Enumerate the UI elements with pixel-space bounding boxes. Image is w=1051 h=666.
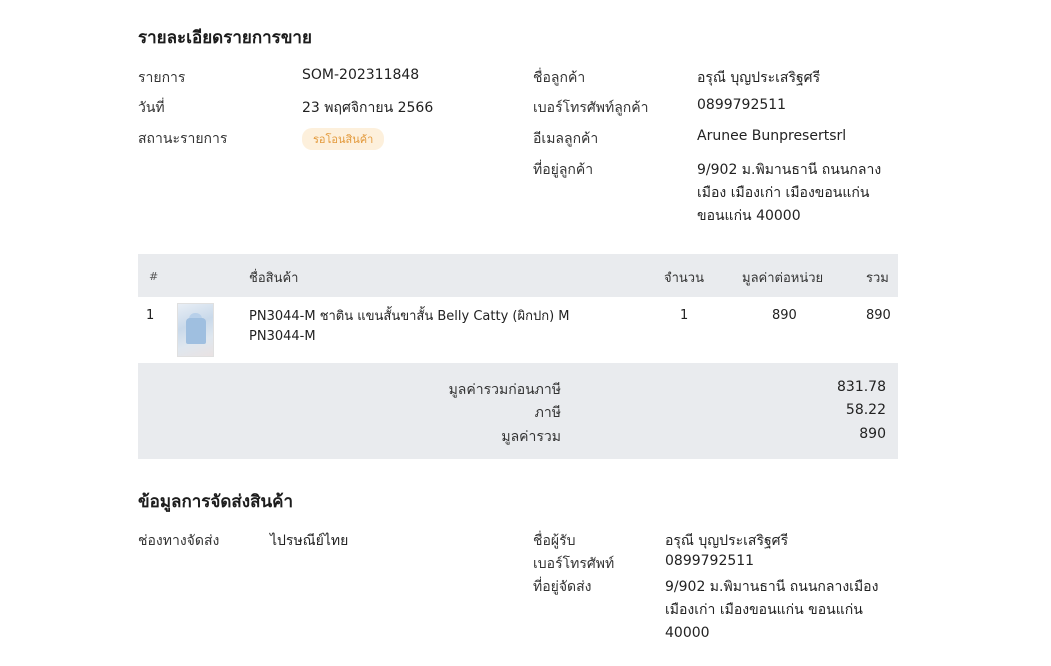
product-name-line: PN3044-M [249,329,316,344]
subtotal-value: 831.78 [837,379,886,395]
customer-name-value: อรุณี บุญประเสริฐศรี [697,70,821,86]
subtotal-label: มูลค่ารวมก่อนภาษี [448,382,561,398]
grand-total-value: 890 [859,426,886,442]
grand-total-label: มูลค่ารวม [501,429,561,445]
address-line: ขอนแก่น 40000 [697,208,801,224]
row-unit-price: 890 [772,308,797,323]
product-name: PN3044-M ชาติน แขนสั้นขาสั้น Belly Catty… [249,307,570,347]
address-line: 9/902 ม.พิมานธานี ถนนกลาง [697,162,882,178]
order-date-value: 23 พฤศจิกายน 2566 [302,100,434,116]
shipping-address-label: ที่อยู่จัดส่ง [533,579,592,595]
order-id-label: รายการ [138,70,186,86]
row-total: 890 [866,308,891,323]
product-name-line: PN3044-M ชาติน แขนสั้นขาสั้น Belly Catty… [249,309,570,324]
customer-phone-value: 0899792511 [697,97,787,113]
customer-email-label: อีเมลลูกค้า [533,131,599,147]
customer-address-label: ที่อยู่ลูกค้า [533,162,594,178]
address-line: 9/902 ม.พิมานธานี ถนนกลางเมือง [665,579,879,595]
address-line: เมือง เมืองเก่า เมืองขอนแก่น [697,185,870,201]
customer-email-value: Arunee Bunpresertsrl [697,128,847,144]
receiver-phone-label: เบอร์โทรศัพท์ [533,556,615,572]
address-line: เมืองเก่า เมืองขอนแก่น ขอนแก่น [665,602,863,618]
receiver-phone-value: 0899792511 [665,553,755,569]
status-badge: รอโอนสินค้า [302,128,385,150]
shipping-channel-label: ช่องทางจัดส่ง [138,533,220,549]
order-details-title: รายละเอียดรายการขาย [138,28,312,48]
customer-name-label: ชื่อลูกค้า [533,70,586,86]
receiver-name-value: อรุณี บุญประเสริฐศรี [665,533,789,549]
row-number: 1 [146,308,155,323]
column-header-product-name: ชื่อสินค้า [249,271,299,286]
product-photo-icon [186,318,206,344]
product-thumbnail[interactable] [177,303,214,357]
shipping-title: ข้อมูลการจัดส่งสินค้า [138,492,294,512]
tax-value: 58.22 [845,402,886,418]
shipping-channel-value: ไปรษณีย์ไทย [270,533,349,549]
column-header-unit-price: มูลค่าต่อหน่วย [742,271,824,286]
address-line: 40000 [665,625,710,641]
column-header-total: รวม [866,271,889,286]
customer-address-value: 9/902 ม.พิมานธานี ถนนกลาง เมือง เมืองเก่… [697,159,881,228]
receiver-name-label: ชื่อผู้รับ [533,533,576,549]
order-date-label: วันที่ [138,100,165,116]
row-quantity: 1 [680,308,689,323]
tax-label: ภาษี [534,405,561,421]
order-status-label: สถานะรายการ [138,131,228,147]
column-header-number: # [149,270,159,283]
customer-phone-label: เบอร์โทรศัพท์ลูกค้า [533,100,649,116]
column-header-quantity: จำนวน [664,271,704,286]
shipping-address-value: 9/902 ม.พิมานธานี ถนนกลางเมือง เมืองเก่า… [665,576,878,645]
order-id-value: SOM-202311848 [302,67,420,83]
